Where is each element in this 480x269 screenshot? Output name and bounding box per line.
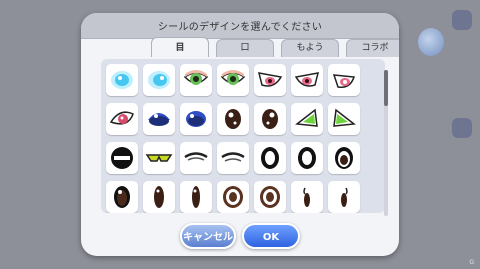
background-menu-icon (452, 10, 472, 30)
sticker-tile[interactable] (180, 181, 212, 213)
sticker-tile[interactable] (106, 64, 138, 96)
sticker-tile[interactable] (217, 181, 249, 213)
eye-pink-star-icon (332, 74, 356, 89)
eye-green-right-icon (220, 70, 246, 85)
eye-ring-black-2-icon (298, 147, 316, 169)
eye-tall-brown-2-icon (192, 186, 200, 208)
sticker-tile[interactable] (291, 142, 323, 174)
tab-collab[interactable]: コラボ (346, 39, 399, 57)
eye-pink-slant-icon (257, 72, 283, 87)
eye-glow-cyan-2-icon (148, 71, 170, 89)
sticker-tile[interactable] (328, 64, 360, 96)
eye-lashes-2-icon (221, 152, 245, 162)
tab-mouth[interactable]: 口 (216, 39, 274, 57)
background-eye-icon (452, 118, 472, 138)
sticker-tile[interactable] (143, 142, 175, 174)
eye-sliver-icon (303, 187, 310, 207)
eye-closed-bar-icon (111, 147, 133, 169)
sticker-grid (106, 64, 360, 213)
sticker-tile[interactable] (254, 103, 286, 135)
eye-ring-swirl-2-icon (260, 186, 280, 208)
sticker-tile[interactable] (254, 64, 286, 96)
sticker-tile[interactable] (291, 103, 323, 135)
eye-pink-slant-2-icon (294, 72, 320, 87)
eye-green-left-icon (183, 70, 209, 85)
sticker-tile[interactable] (291, 181, 323, 213)
sticker-tile[interactable] (328, 142, 360, 174)
tab-eyes[interactable]: 目 (151, 37, 209, 57)
watermark: G (469, 259, 474, 266)
sticker-tile[interactable] (217, 142, 249, 174)
game-screen: シールのデザインを選んでください 目 口 もよう コラボ キャンセル OK G (0, 0, 480, 269)
sticker-tile[interactable] (254, 181, 286, 213)
category-tabs: 目 口 もよう コラボ (151, 37, 399, 57)
sticker-scrollbar[interactable] (384, 70, 388, 216)
sticker-tile[interactable] (180, 142, 212, 174)
eye-brown-round-icon (225, 109, 241, 129)
eye-ring-brown-icon (335, 147, 353, 169)
eye-blue-round-icon (186, 111, 206, 127)
eye-ring-swirl-icon (223, 186, 243, 208)
eye-green-slant-2-icon (333, 108, 356, 127)
dialog-title: シールのデザインを選んでください (157, 22, 323, 33)
tab-pattern[interactable]: もよう (281, 39, 339, 57)
eye-oval-brown-icon (114, 186, 130, 208)
sticker-tile[interactable] (217, 103, 249, 135)
sticker-tile[interactable] (143, 181, 175, 213)
dialog-titlebar: シールのデザインを選んでください (81, 13, 399, 39)
sticker-tile[interactable] (328, 103, 360, 135)
sticker-tile[interactable] (180, 103, 212, 135)
cancel-button[interactable]: キャンセル (180, 223, 236, 249)
eye-green-slant-icon (295, 108, 318, 127)
sticker-grid-area (101, 59, 385, 213)
ok-button[interactable]: OK (242, 223, 300, 249)
sticker-tile[interactable] (254, 142, 286, 174)
eye-red-almond-icon (109, 111, 134, 125)
sticker-tile[interactable] (180, 64, 212, 96)
sticker-tile[interactable] (106, 181, 138, 213)
sticker-tile[interactable] (143, 103, 175, 135)
scrollbar-thumb[interactable] (384, 70, 388, 106)
sticker-tile[interactable] (291, 64, 323, 96)
eye-sliver-2-icon (341, 187, 348, 207)
eye-glasses-icon (145, 154, 173, 162)
sticker-tile[interactable] (328, 181, 360, 213)
eye-brown-round-2-icon (262, 109, 278, 129)
sticker-tile[interactable] (217, 64, 249, 96)
eye-blue-cap-icon (148, 113, 170, 126)
eye-lashes-icon (184, 152, 208, 161)
sticker-tile[interactable] (143, 64, 175, 96)
eye-tall-brown-icon (154, 186, 164, 208)
eye-glow-cyan-icon (111, 71, 133, 89)
eye-ring-black-icon (261, 147, 279, 169)
sticker-design-dialog: シールのデザインを選んでください 目 口 もよう コラボ キャンセル OK (81, 13, 399, 256)
sticker-tile[interactable] (106, 142, 138, 174)
background-character-icon (418, 28, 444, 56)
sticker-tile[interactable] (106, 103, 138, 135)
